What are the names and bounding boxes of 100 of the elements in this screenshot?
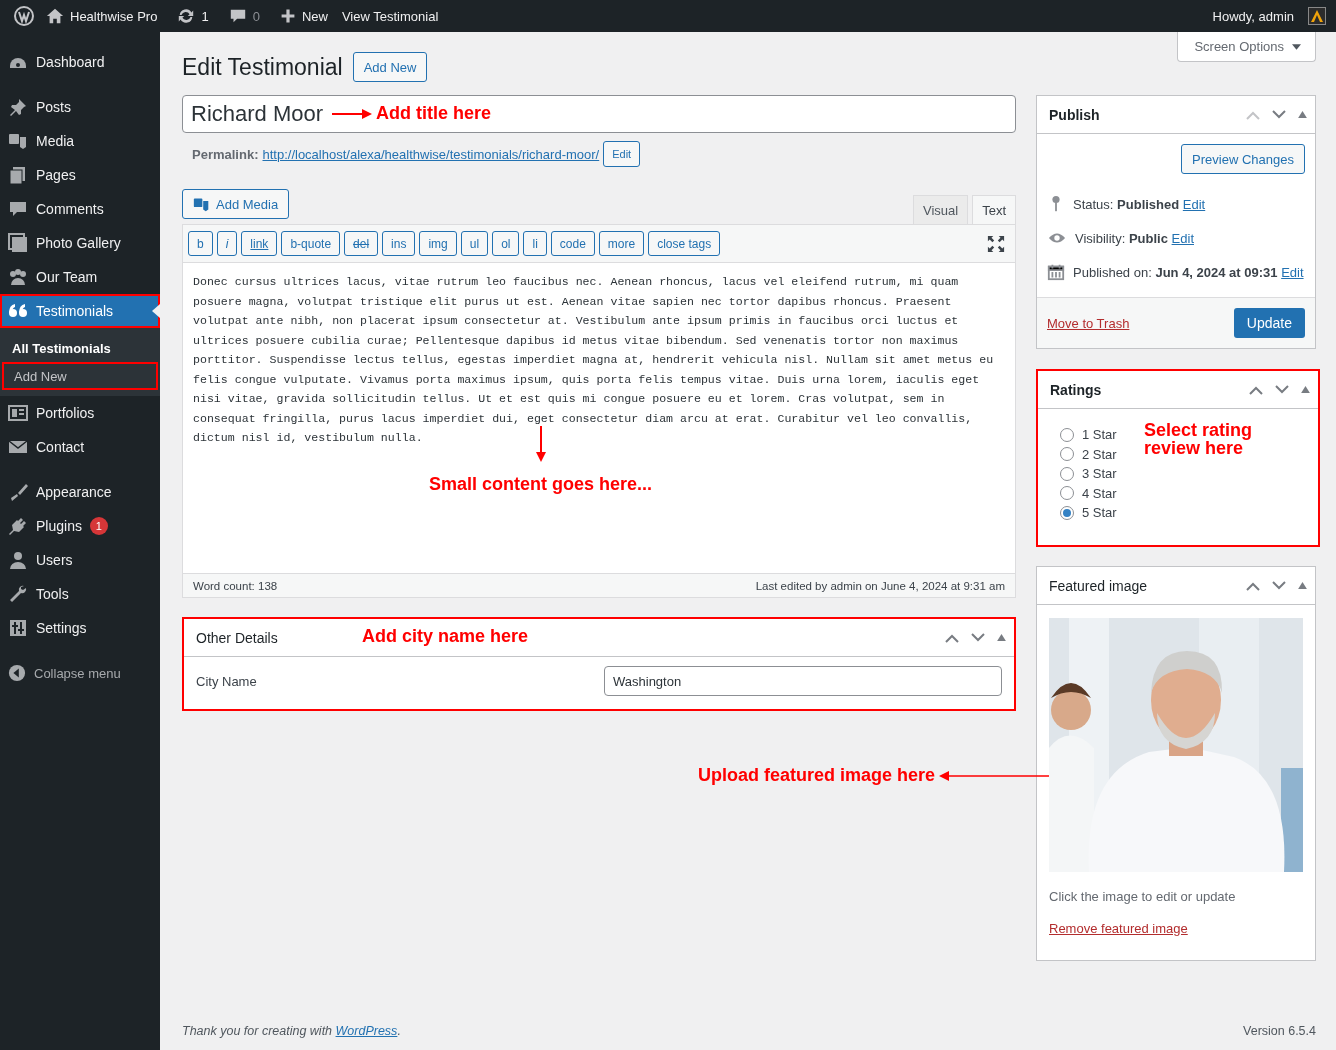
plus-icon[interactable] xyxy=(279,8,296,24)
pages-icon xyxy=(8,165,28,185)
avatar-icon[interactable] xyxy=(1308,7,1326,25)
toolbar-button[interactable]: b xyxy=(188,231,213,256)
annotation-text: Small content goes here... xyxy=(429,474,653,495)
edit-link[interactable]: Edit xyxy=(1171,230,1194,246)
toolbar-button[interactable]: b-quote xyxy=(281,231,341,256)
move-to-trash-link[interactable]: Move to Trash xyxy=(1047,315,1130,331)
remove-featured-image-link[interactable]: Remove featured image xyxy=(1049,921,1188,936)
page-title: Edit Testimonial xyxy=(182,53,343,81)
content-text[interactable]: Donec cursus ultrices lacus, vitae rutrum leo faucibus nec. Aenean rhoncus, lacus vel eleifend rutrum, mi quam posuere magna, volutpat tristique elit purus ut est. Aenean vitae sapien nec tortor dapibus rhoncus. Praesent volutpat ante nibh, non placerat ipsum consectetur at. Vestibulum ante ipsum primis in faucibus orci luctus et ultrices posuere cubilia curae; Pellentesque dapibus id metus vitae bibendum. Sed venenatis tortor non maximus porttitor. Suspendisse lectus tellus, egestas imperdiet magna at, hendrerit vehicula nisl. Nullam sit amet metus eu felis congue vulputate. Vivamus porta maximus ipsum, quis porta felis tempus vitae. Duis urna lorem, iaculis eget nisi vitae, gravida sollicitudin tellus. Ut et est quis mi congue posuere eu et lorem. Cras volutpat, sem in consequat fringilla, purus lacus imperdiet dui, eget consectetur diam arcu at erat. Curabitur vel leo convallis, dictum nisl id, vestibulum nulla. xyxy=(193,272,1005,448)
radio-label[interactable]: 2 Star xyxy=(1082,446,1117,462)
box-title: Publish xyxy=(1049,106,1100,123)
toolbar-button[interactable]: li xyxy=(523,231,547,256)
gallery-icon xyxy=(8,233,28,253)
annotation-text: Upload featured image here xyxy=(698,765,936,786)
media-icon xyxy=(8,131,28,151)
box-title: Featured image xyxy=(1049,577,1148,594)
refresh-icon[interactable] xyxy=(177,7,196,25)
chevron-up-icon[interactable] xyxy=(1249,384,1263,395)
sidebar-item[interactable]: Our Team xyxy=(0,260,160,294)
submenu-item[interactable]: Add New xyxy=(2,362,158,390)
updates-count[interactable]: 1 xyxy=(201,8,209,24)
sidebar-item[interactable]: Plugins 1 xyxy=(0,509,160,543)
chevron-down-icon[interactable] xyxy=(1275,384,1289,395)
sidebar-item[interactable]: Media xyxy=(0,124,160,158)
speech-bubble-icon xyxy=(8,199,28,219)
update-count-badge: 1 xyxy=(89,517,108,535)
screen-options-tab[interactable]: Screen Options xyxy=(1177,32,1316,62)
radio-button[interactable] xyxy=(1060,447,1074,462)
sidebar-item[interactable]: Settings xyxy=(0,611,160,645)
sidebar-item[interactable]: Tools xyxy=(0,577,160,611)
publish-info: Status: Published Edit xyxy=(1073,196,1206,212)
chevron-up-icon[interactable] xyxy=(1246,580,1260,591)
toggle-triangle-icon[interactable] xyxy=(1301,386,1310,393)
toolbar-button[interactable]: more xyxy=(598,231,645,256)
editor-tab[interactable]: Visual xyxy=(912,195,969,224)
chevron-down-icon[interactable] xyxy=(1272,109,1286,120)
view-link[interactable]: View Testimonial xyxy=(341,8,439,24)
comments-count[interactable]: 0 xyxy=(252,8,260,24)
box-title: Other Details xyxy=(196,629,278,646)
calendar-icon xyxy=(1047,263,1065,281)
greeting-link[interactable]: Howdy, admin xyxy=(1212,8,1294,24)
add-media-button[interactable]: Add Media xyxy=(182,189,290,219)
chevron-down-icon[interactable] xyxy=(971,632,985,643)
sidebar-item[interactable]: Appearance xyxy=(0,475,160,509)
chevron-down-icon[interactable] xyxy=(1272,580,1286,591)
box-title: Ratings xyxy=(1050,381,1102,398)
toolbar-button[interactable]: del xyxy=(344,231,379,256)
edit-link[interactable]: Edit xyxy=(1281,264,1304,280)
toolbar-button[interactable]: img xyxy=(419,231,457,256)
people-icon xyxy=(8,267,28,287)
toolbar-button[interactable]: ins xyxy=(382,231,416,256)
sidebar-item[interactable]: Portfolios xyxy=(0,396,160,430)
radio-label[interactable]: 3 Star xyxy=(1082,466,1117,482)
add-new-button[interactable]: Add New xyxy=(352,52,428,82)
radio-button[interactable] xyxy=(1060,505,1074,520)
sidebar-item[interactable]: Contact xyxy=(0,430,160,464)
fullscreen-icon[interactable] xyxy=(987,234,1005,253)
toggle-triangle-icon[interactable] xyxy=(997,634,1006,641)
toolbar-button[interactable]: i xyxy=(216,231,238,256)
radio-label[interactable]: 1 Star xyxy=(1082,427,1117,443)
radio-button[interactable] xyxy=(1060,486,1074,501)
toolbar-button[interactable]: close tags xyxy=(648,231,721,256)
portfolio-icon xyxy=(8,403,28,423)
sidebar-item[interactable]: Dashboard xyxy=(0,45,160,79)
sidebar-item[interactable]: Posts xyxy=(0,90,160,124)
radio-label[interactable]: 4 Star xyxy=(1082,485,1117,501)
toolbar-button[interactable]: link xyxy=(241,231,278,256)
toolbar-button[interactable]: ol xyxy=(492,231,520,256)
new-link[interactable]: New xyxy=(301,8,328,24)
city-name-field[interactable]: Washington xyxy=(604,666,1002,696)
pushpin-icon xyxy=(8,97,28,117)
sidebar-item[interactable]: Comments xyxy=(0,192,160,226)
sidebar-item[interactable]: Pages xyxy=(0,158,160,192)
toggle-triangle-icon[interactable] xyxy=(1298,582,1307,589)
preview-changes-button[interactable]: Preview Changes xyxy=(1181,144,1305,174)
word-count: Word count: 138 xyxy=(193,579,278,592)
sidebar-item[interactable]: Testimonials xyxy=(0,294,160,328)
radio-button[interactable] xyxy=(1060,466,1074,481)
wordpress-logo-icon[interactable] xyxy=(14,6,34,26)
image-caption: Click the image to edit or update xyxy=(1049,889,1237,904)
edit-permalink-button[interactable]: Edit xyxy=(603,141,641,167)
toolbar-button[interactable]: code xyxy=(550,231,595,256)
collapse-menu-button[interactable]: Collapse menu xyxy=(0,656,160,690)
update-button[interactable]: Update xyxy=(1233,308,1305,338)
toggle-triangle-icon[interactable] xyxy=(1298,111,1307,118)
chevron-up-icon[interactable] xyxy=(945,632,959,643)
sidebar-item[interactable]: Users xyxy=(0,543,160,577)
site-name-link[interactable]: Healthwise Pro xyxy=(70,8,158,24)
editor-tab[interactable]: Text xyxy=(972,195,1016,224)
submenu-item[interactable]: All Testimonials xyxy=(0,334,160,362)
toolbar-button[interactable]: ul xyxy=(460,231,489,256)
home-icon[interactable] xyxy=(46,7,64,25)
permalink-link[interactable]: http://localhost/alexa/healthwise/testimonials/richard-moor/ xyxy=(262,146,600,162)
brush-icon xyxy=(8,482,28,502)
radio-button[interactable] xyxy=(1060,427,1074,442)
sidebar-item[interactable]: Photo Gallery xyxy=(0,226,160,260)
edit-link[interactable]: Edit xyxy=(1182,196,1206,212)
radio-label[interactable]: 5 Star xyxy=(1082,505,1117,521)
